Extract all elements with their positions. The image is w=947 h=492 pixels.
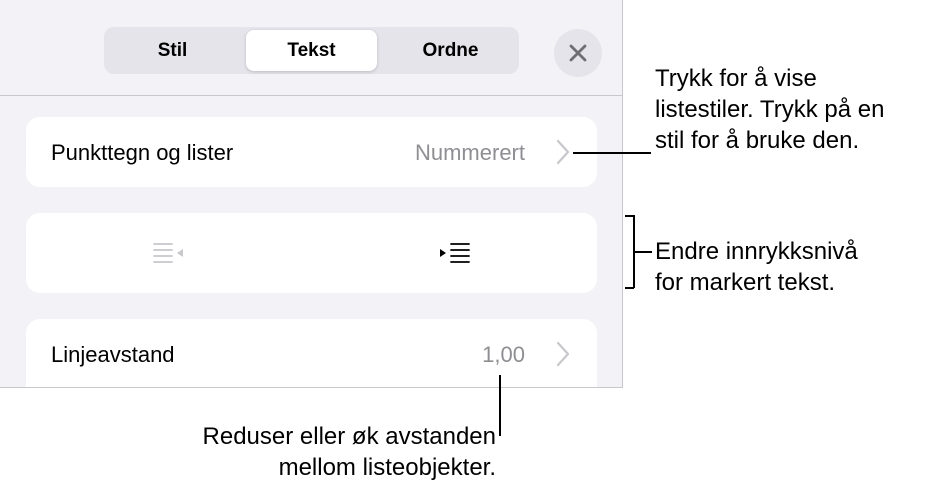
callout-line: Reduser eller øk avstanden [202,423,496,450]
callout-spacing: Reduser eller øk avstanden mellom listeo… [203,421,496,483]
tab-tekst[interactable]: Tekst [246,30,377,71]
decrease-indent-icon [152,243,183,263]
tab-ordne[interactable]: Ordne [385,30,516,71]
callout-indent: Endre innrykksnivå for markert tekst. [655,236,858,298]
close-button[interactable] [554,29,602,77]
decrease-indent-button[interactable] [26,213,311,293]
indent-row [26,213,597,293]
callout-line: for markert tekst. [655,269,836,296]
format-tabs: Stil Tekst Ordne [104,27,519,74]
callout-line: Trykk for å vise [655,65,817,92]
tab-stil[interactable]: Stil [107,30,238,71]
chevron-right-icon [556,341,570,367]
increase-indent-icon [440,243,470,263]
line-spacing-row[interactable]: Linjeavstand 1,00 [26,319,597,387]
callout-bracket [625,215,634,217]
callout-line: stil for å bruke den. [655,127,860,154]
header-divider [0,95,622,96]
bullets-and-lists-row[interactable]: Punkttegn og lister Nummerert [26,117,597,187]
callout-line: mellom listeobjekter. [278,454,496,481]
chevron-right-icon [556,139,570,165]
line-spacing-label: Linjeavstand [51,342,175,367]
bullets-label: Punkttegn og lister [51,140,234,165]
bullets-value: Nummerert [414,140,525,165]
callout-list-styles: Trykk for å vise listestiler. Trykk på e… [655,63,884,156]
callout-line: Endre innrykksnivå [655,238,858,265]
callout-bracket [625,287,634,289]
callout-leader-line [634,251,652,253]
format-panel: Stil Tekst Ordne Punkttegn og lister Num… [0,0,623,388]
callout-line: listestiler. Trykk på en [655,96,885,123]
increase-indent-button[interactable] [311,213,597,293]
close-icon [569,44,587,62]
callout-leader-line [499,375,501,436]
callout-leader-line [573,152,651,154]
line-spacing-value: 1,00 [482,342,525,367]
